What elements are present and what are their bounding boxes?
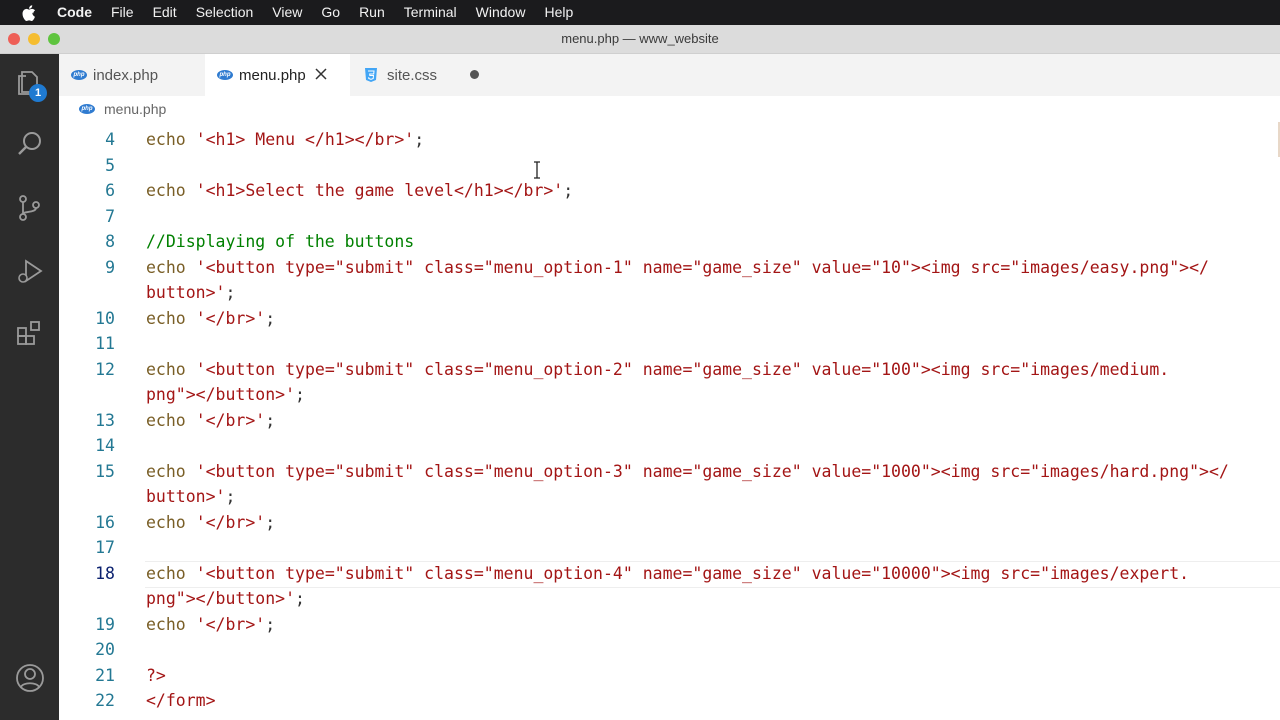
menu-window[interactable]: Window bbox=[476, 0, 526, 25]
activity-bar: 1 bbox=[0, 54, 59, 720]
line-number: 6 bbox=[105, 181, 115, 200]
code-line[interactable]: echo '<h1> Menu </h1></br>'; bbox=[146, 127, 424, 153]
line-number: 4 bbox=[105, 130, 115, 149]
php-icon: php bbox=[71, 70, 87, 80]
tab-label: index.php bbox=[93, 66, 159, 84]
code-line[interactable]: echo '</br>'; bbox=[146, 510, 275, 536]
tab-label: menu.php bbox=[239, 66, 306, 84]
mac-menubar: Code File Edit Selection View Go Run Ter… bbox=[0, 0, 1280, 25]
tab-menu-php[interactable]: php menu.php bbox=[205, 54, 350, 96]
line-number: 15 bbox=[95, 461, 115, 481]
window-titlebar: menu.php — www_website bbox=[0, 25, 1280, 54]
menu-terminal[interactable]: Terminal bbox=[404, 0, 457, 25]
line-number: 9 bbox=[105, 257, 115, 277]
code-line[interactable]: echo '<button type="submit" class="menu_… bbox=[146, 561, 1189, 587]
code-line-wrapped[interactable]: button>'; bbox=[146, 280, 235, 306]
account-icon[interactable] bbox=[14, 662, 46, 694]
line-number: 22 bbox=[95, 691, 115, 710]
code-line[interactable]: echo '</br>'; bbox=[146, 408, 275, 434]
menu-file[interactable]: File bbox=[111, 0, 134, 25]
line-number: 8 bbox=[105, 232, 115, 251]
editor-tabs: php index.php php menu.php site.css bbox=[59, 54, 1280, 96]
close-tab-icon[interactable] bbox=[315, 67, 327, 84]
php-icon: php bbox=[217, 70, 233, 80]
line-number: 17 bbox=[95, 538, 115, 557]
menu-selection[interactable]: Selection bbox=[196, 0, 254, 25]
extensions-icon[interactable] bbox=[14, 318, 46, 350]
menu-view[interactable]: View bbox=[272, 0, 302, 25]
line-number: 18 bbox=[95, 563, 115, 583]
code-line[interactable]: echo '</br>'; bbox=[146, 306, 275, 332]
code-line[interactable]: echo '<button type="submit" class="menu_… bbox=[146, 255, 1209, 281]
line-number: 11 bbox=[95, 334, 115, 353]
php-icon: php bbox=[79, 104, 95, 114]
code-line[interactable]: echo '<button type="submit" class="menu_… bbox=[146, 459, 1229, 485]
tab-label: site.css bbox=[387, 66, 438, 84]
window-title: menu.php — www_website bbox=[561, 31, 719, 46]
menu-run[interactable]: Run bbox=[359, 0, 385, 25]
line-number: 19 bbox=[95, 614, 115, 634]
line-number: 20 bbox=[95, 640, 115, 659]
css-icon bbox=[364, 67, 378, 83]
line-number: 21 bbox=[95, 665, 115, 685]
code-line-wrapped[interactable]: button>'; bbox=[146, 484, 235, 510]
line-number: 13 bbox=[95, 410, 115, 430]
code-line[interactable]: //Displaying of the buttons bbox=[146, 229, 414, 255]
explorer-badge: 1 bbox=[29, 84, 47, 102]
line-number: 5 bbox=[105, 155, 115, 175]
modified-dot-icon[interactable] bbox=[470, 70, 479, 79]
code-line[interactable]: </form> bbox=[146, 688, 216, 714]
breadcrumb: php menu.php bbox=[59, 96, 1280, 122]
line-number: 12 bbox=[95, 359, 115, 379]
code-editor[interactable]: 4 echo '<h1> Menu </h1></br>'; 5 6 echo '<h1… bbox=[59, 122, 1280, 720]
line-number: 10 bbox=[95, 308, 115, 328]
code-line-wrapped[interactable]: png"></button>'; bbox=[146, 586, 305, 612]
line-number: 16 bbox=[95, 512, 115, 532]
tab-index-php[interactable]: php index.php bbox=[59, 54, 205, 96]
line-number: 7 bbox=[105, 206, 115, 226]
code-line-wrapped[interactable]: png"></button>'; bbox=[146, 382, 305, 408]
code-line[interactable]: echo '<button type="submit" class="menu_… bbox=[146, 357, 1169, 383]
menu-go[interactable]: Go bbox=[321, 0, 340, 25]
apple-icon[interactable] bbox=[18, 2, 40, 24]
code-line[interactable]: echo '</br>'; bbox=[146, 612, 275, 638]
menu-help[interactable]: Help bbox=[544, 0, 573, 25]
breadcrumb-file[interactable]: menu.php bbox=[104, 101, 166, 117]
menu-app-code[interactable]: Code bbox=[57, 0, 92, 25]
tab-site-css[interactable]: site.css bbox=[350, 54, 495, 96]
line-number: 14 bbox=[95, 436, 115, 455]
run-debug-icon[interactable] bbox=[14, 256, 46, 288]
source-control-icon[interactable] bbox=[14, 192, 46, 224]
search-icon[interactable] bbox=[14, 128, 46, 160]
code-line[interactable]: ?> bbox=[146, 663, 166, 689]
menu-edit[interactable]: Edit bbox=[153, 0, 177, 25]
code-line[interactable]: echo '<h1>Select the game level</h1></br… bbox=[146, 178, 573, 204]
